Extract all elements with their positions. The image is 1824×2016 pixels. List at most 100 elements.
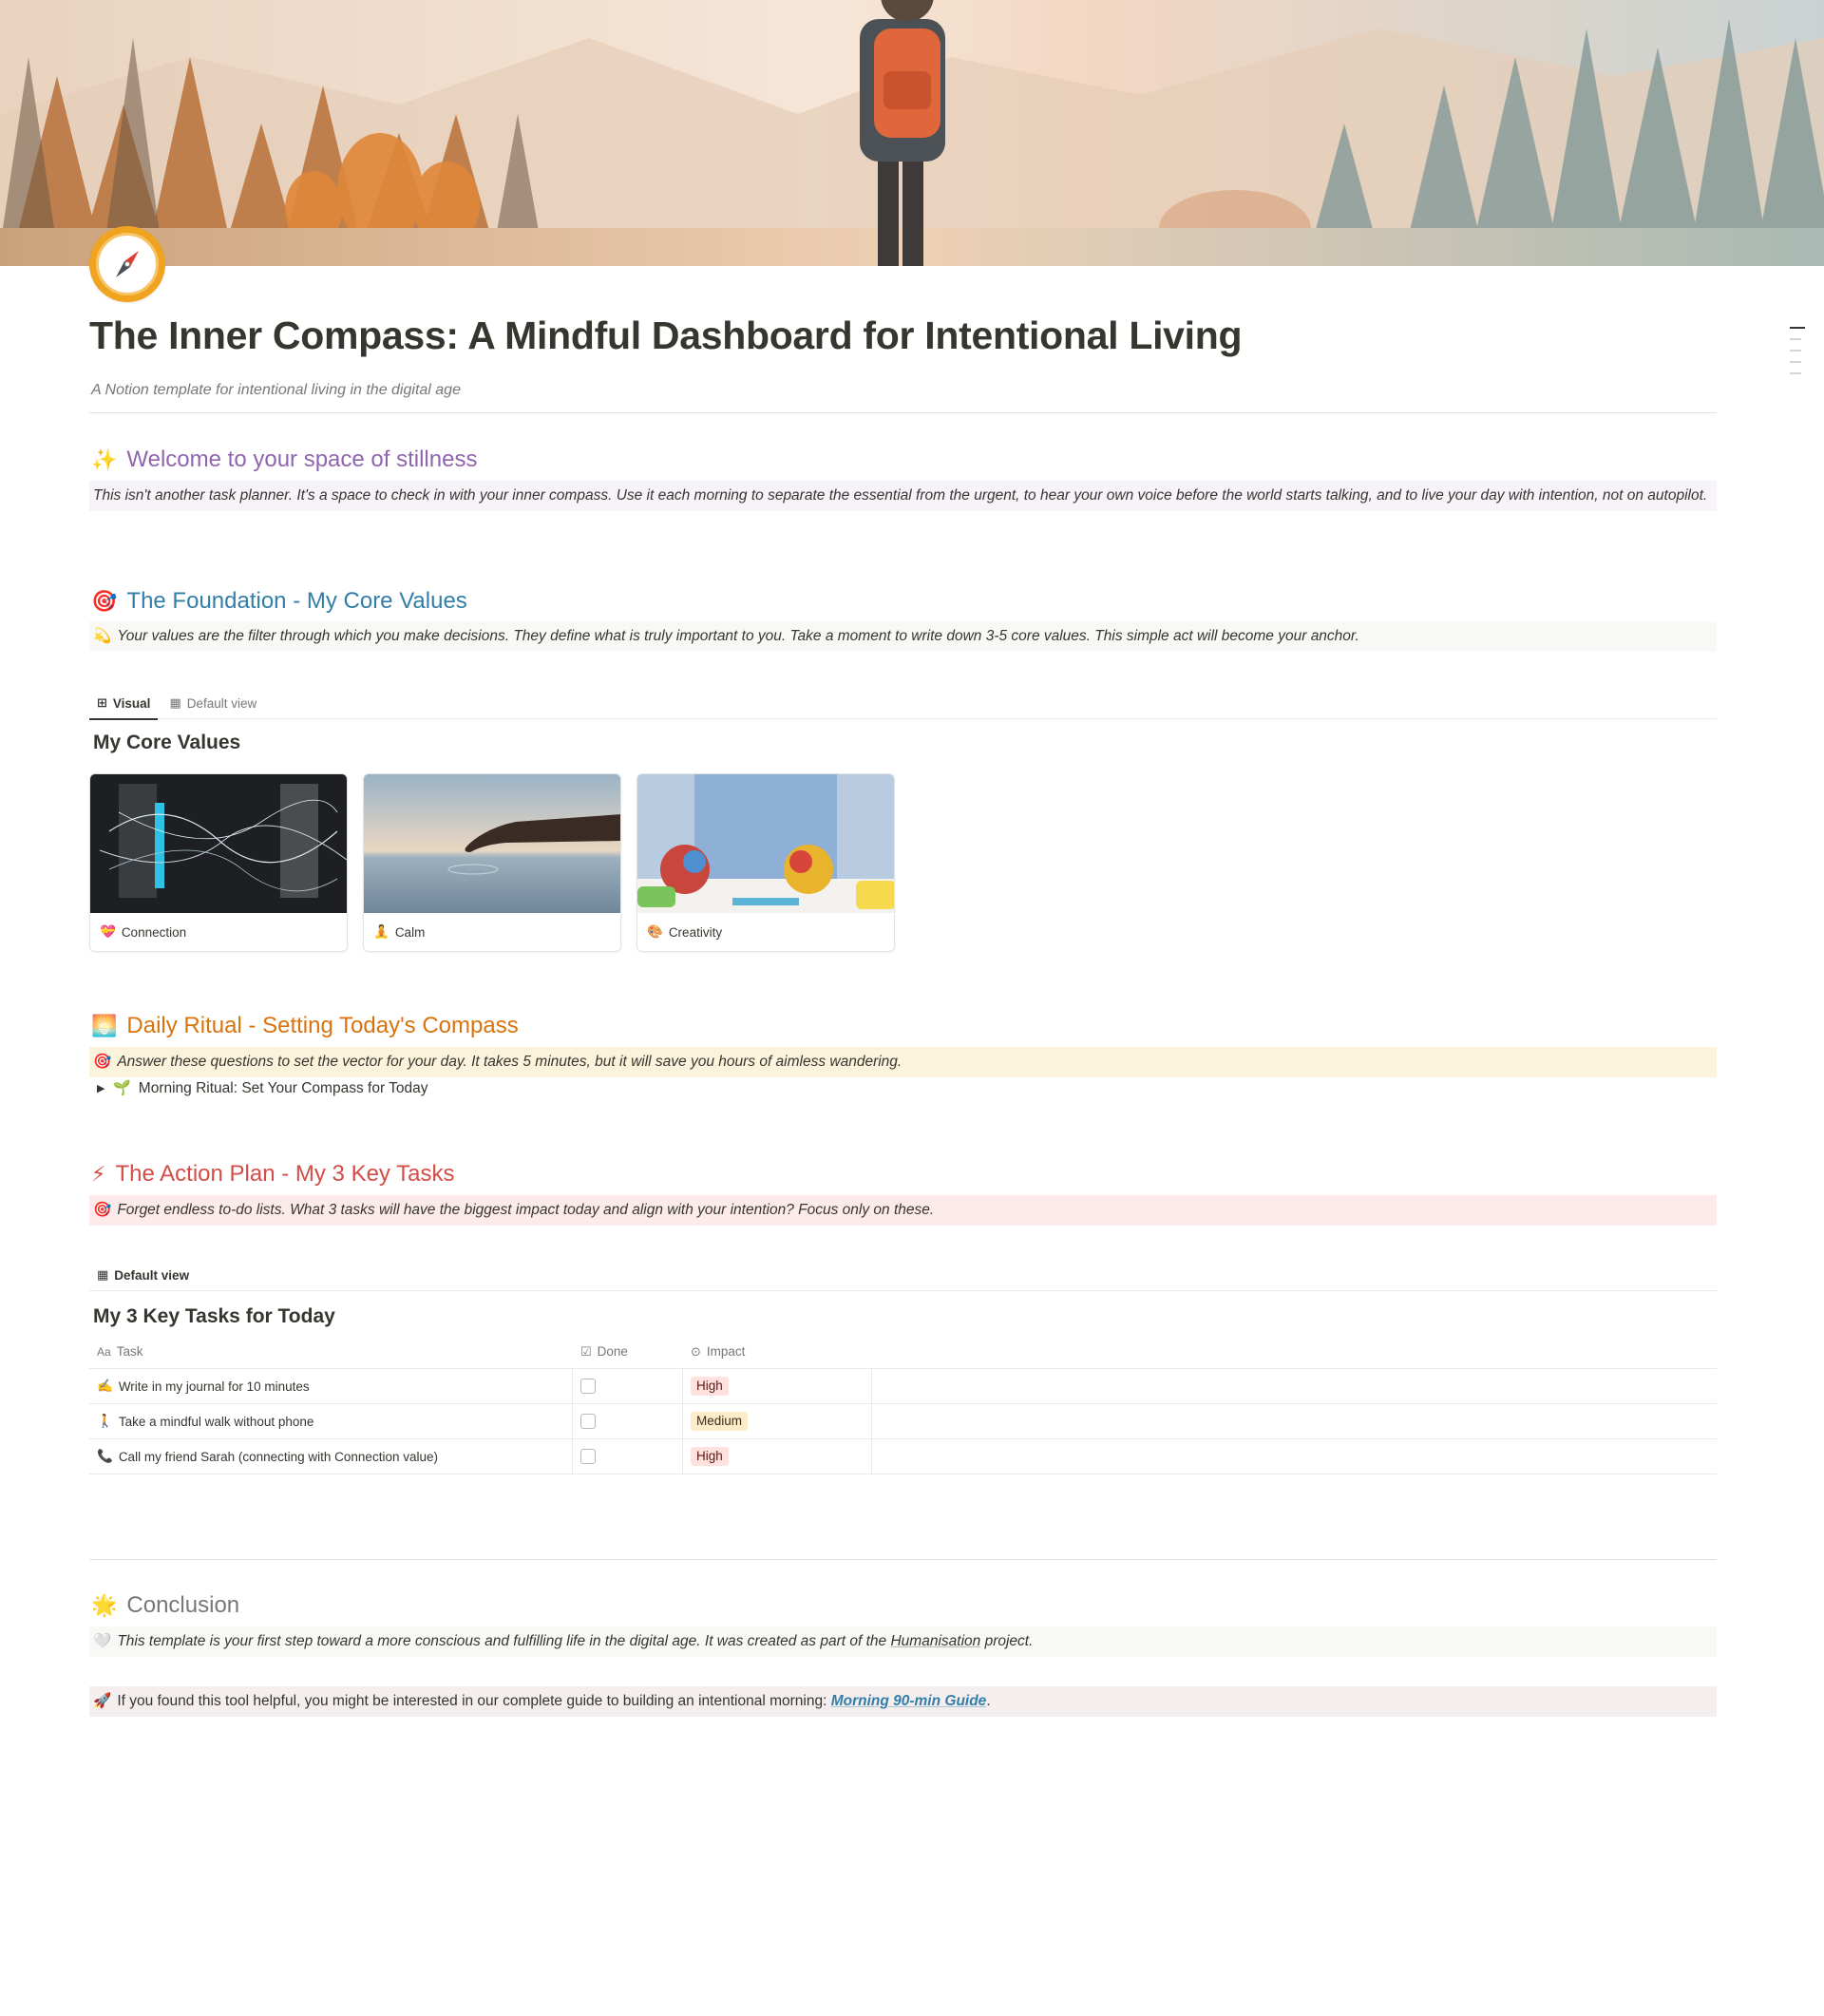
action-heading[interactable]: ⚡ The Action Plan - My 3 Key Tasks (91, 1161, 455, 1188)
welcome-heading-text: Welcome to your space of stillness (126, 447, 478, 472)
task-title: Write in my journal for 10 minutes (118, 1379, 310, 1394)
ritual-heading-text: Daily Ritual - Setting Today's Compass (126, 1013, 519, 1038)
table-row[interactable]: 🚶 Take a mindful walk without phone Medi… (89, 1404, 1717, 1439)
tasks-db-title[interactable]: My 3 Key Tasks for Today (93, 1305, 335, 1328)
glowing-star-icon: 🌟 (91, 1593, 118, 1617)
value-card-calm[interactable]: 🧘 Calm (363, 773, 621, 952)
task-cell[interactable]: 📞 Call my friend Sarah (connecting with … (89, 1439, 573, 1474)
tasks-view-tabs: ▦ Default view (89, 1259, 1717, 1291)
welcome-heading[interactable]: ✨ Welcome to your space of stillness (91, 447, 477, 473)
toc-line[interactable] (1790, 350, 1801, 352)
column-header-task[interactable]: Aa Task (89, 1335, 573, 1368)
impact-tag: High (691, 1377, 729, 1396)
toc-line[interactable] (1790, 327, 1805, 329)
done-cell (573, 1404, 683, 1438)
action-callout-text: Forget endless to-do lists. What 3 tasks… (117, 1202, 935, 1218)
impact-cell[interactable]: Medium (683, 1404, 872, 1438)
task-cell[interactable]: 🚶 Take a mindful walk without phone (89, 1404, 573, 1438)
connection-image (90, 774, 347, 913)
compass-icon[interactable] (89, 226, 165, 302)
conclusion-heading[interactable]: 🌟 Conclusion (91, 1592, 239, 1619)
table-row[interactable]: ✍️ Write in my journal for 10 minutes Hi… (89, 1369, 1717, 1404)
toggle-label: Morning Ritual: Set Your Compass for Tod… (138, 1079, 428, 1096)
toc-line[interactable] (1790, 338, 1801, 340)
column-header-impact[interactable]: ⊙ Impact (683, 1335, 872, 1368)
impact-cell[interactable]: High (683, 1369, 872, 1403)
table-icon: ▦ (169, 695, 181, 710)
meditation-icon: 🧘 (373, 924, 390, 939)
ritual-callout[interactable]: 🎯 Answer these questions to set the vecto… (89, 1047, 1717, 1077)
action-heading-text: The Action Plan - My 3 Key Tasks (115, 1161, 455, 1187)
task-title: Take a mindful walk without phone (118, 1414, 314, 1429)
column-header-done[interactable]: ☑ Done (573, 1335, 683, 1368)
table-of-contents-indicator[interactable] (1790, 327, 1805, 384)
value-card-label: Connection (121, 924, 187, 940)
gallery-icon: ⊞ (97, 695, 107, 710)
sparkles-icon: ✨ (91, 447, 118, 471)
value-card-label: Creativity (668, 924, 723, 940)
task-cell[interactable]: ✍️ Write in my journal for 10 minutes (89, 1369, 573, 1403)
done-cell (573, 1439, 683, 1474)
tab-label: Default view (114, 1267, 190, 1283)
humanisation-link[interactable]: Humanisation (890, 1633, 980, 1649)
foundation-heading[interactable]: 🎯 The Foundation - My Core Values (91, 588, 467, 615)
tab-default-view[interactable]: ▦ Default view (162, 687, 264, 719)
value-card-creativity[interactable]: 🎨 Creativity (636, 773, 895, 952)
white-heart-icon: 🤍 (93, 1633, 112, 1649)
tab-visual[interactable]: ⊞ Visual (89, 687, 159, 720)
ritual-callout-text: Answer these questions to set the vector… (117, 1054, 902, 1070)
divider (89, 1559, 1717, 1560)
sunrise-icon: 🌅 (91, 1014, 118, 1037)
tab-default-view-label: Default view (186, 695, 257, 711)
divider (89, 412, 1717, 413)
calm-image (364, 774, 620, 913)
page-subtitle: A Notion template for intentional living… (91, 382, 461, 398)
ritual-heading[interactable]: 🌅 Daily Ritual - Setting Today's Compass (91, 1013, 519, 1039)
cover-illustration (0, 0, 1824, 266)
done-checkbox[interactable] (580, 1414, 596, 1429)
value-card-connection[interactable]: 💝 Connection (89, 773, 348, 952)
page-title[interactable]: The Inner Compass: A Mindful Dashboard f… (89, 314, 1243, 358)
morning-guide-link[interactable]: Morning 90-min Guide (831, 1693, 987, 1709)
telephone-icon: 📞 (97, 1449, 113, 1463)
conclusion-callout[interactable]: 🤍 This template is your first step toward… (89, 1626, 1717, 1657)
done-cell (573, 1369, 683, 1403)
table-row[interactable]: 📞 Call my friend Sarah (connecting with … (89, 1439, 1717, 1474)
core-values-db-title[interactable]: My Core Values (93, 732, 240, 754)
impact-cell[interactable]: High (683, 1439, 872, 1474)
tab-visual-label: Visual (112, 695, 151, 711)
core-values-view-tabs: ⊞ Visual ▦ Default view (89, 687, 1717, 720)
guide-callout[interactable]: 🚀 If you found this tool helpful, you mig… (89, 1686, 1717, 1717)
action-callout[interactable]: 🎯 Forget endless to-do lists. What 3 task… (89, 1195, 1717, 1226)
toc-line[interactable] (1790, 372, 1801, 374)
target-icon: 🎯 (91, 589, 118, 613)
card-cover-image (364, 774, 620, 913)
done-checkbox[interactable] (580, 1449, 596, 1464)
column-header-label: Done (597, 1344, 628, 1359)
dizzy-icon: 💫 (93, 628, 112, 644)
toggle-triangle-icon[interactable]: ▶ (97, 1082, 104, 1094)
rocket-icon: 🚀 (93, 1693, 112, 1709)
welcome-callout-text: This isn't another task planner. It's a … (93, 487, 1708, 504)
walking-person-icon: 🚶 (97, 1414, 113, 1428)
conclusion-callout-text: This template is your first step toward … (117, 1633, 887, 1649)
cover-image[interactable] (0, 0, 1824, 266)
toc-line[interactable] (1790, 361, 1801, 363)
compass-needle-icon (116, 251, 139, 277)
done-checkbox[interactable] (580, 1379, 596, 1394)
foundation-heading-text: The Foundation - My Core Values (126, 588, 467, 614)
impact-tag: High (691, 1447, 729, 1466)
welcome-callout[interactable]: This isn't another task planner. It's a … (89, 481, 1717, 511)
column-header-label: Task (116, 1344, 143, 1359)
morning-ritual-toggle[interactable]: ▶ 🌱 Morning Ritual: Set Your Compass for… (97, 1079, 428, 1097)
tab-default-view[interactable]: ▦ Default view (89, 1259, 197, 1291)
target-icon: 🎯 (93, 1054, 112, 1070)
foundation-callout[interactable]: 💫 Your values are the filter through whic… (89, 621, 1717, 652)
text-property-icon: Aa (97, 1344, 111, 1359)
task-title: Call my friend Sarah (connecting with Co… (118, 1449, 438, 1464)
guide-callout-text: If you found this tool helpful, you migh… (117, 1693, 827, 1709)
target-icon: 🎯 (93, 1202, 112, 1218)
conclusion-callout-text-end: project. (984, 1633, 1034, 1649)
impact-tag: Medium (691, 1412, 749, 1431)
card-cover-image (90, 774, 347, 913)
